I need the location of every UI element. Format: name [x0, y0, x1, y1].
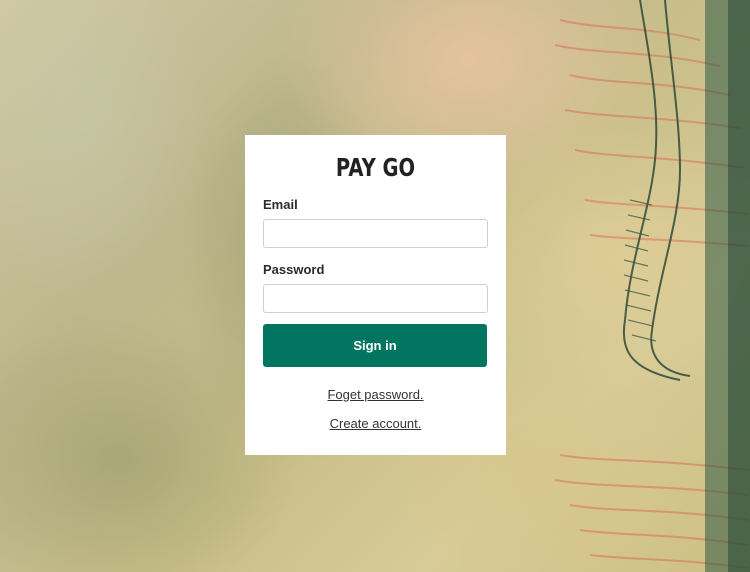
- app-title: PAY GO: [335, 153, 416, 182]
- create-account-link[interactable]: Create account.: [245, 416, 506, 431]
- email-field[interactable]: [263, 219, 488, 248]
- password-label: Password: [263, 262, 325, 277]
- email-label: Email: [263, 197, 298, 212]
- sign-in-button[interactable]: Sign in: [263, 324, 487, 367]
- forgot-password-link[interactable]: Foget password.: [245, 387, 506, 402]
- login-card: PAY GO Email Password Sign in Foget pass…: [245, 135, 506, 455]
- password-field[interactable]: [263, 284, 488, 313]
